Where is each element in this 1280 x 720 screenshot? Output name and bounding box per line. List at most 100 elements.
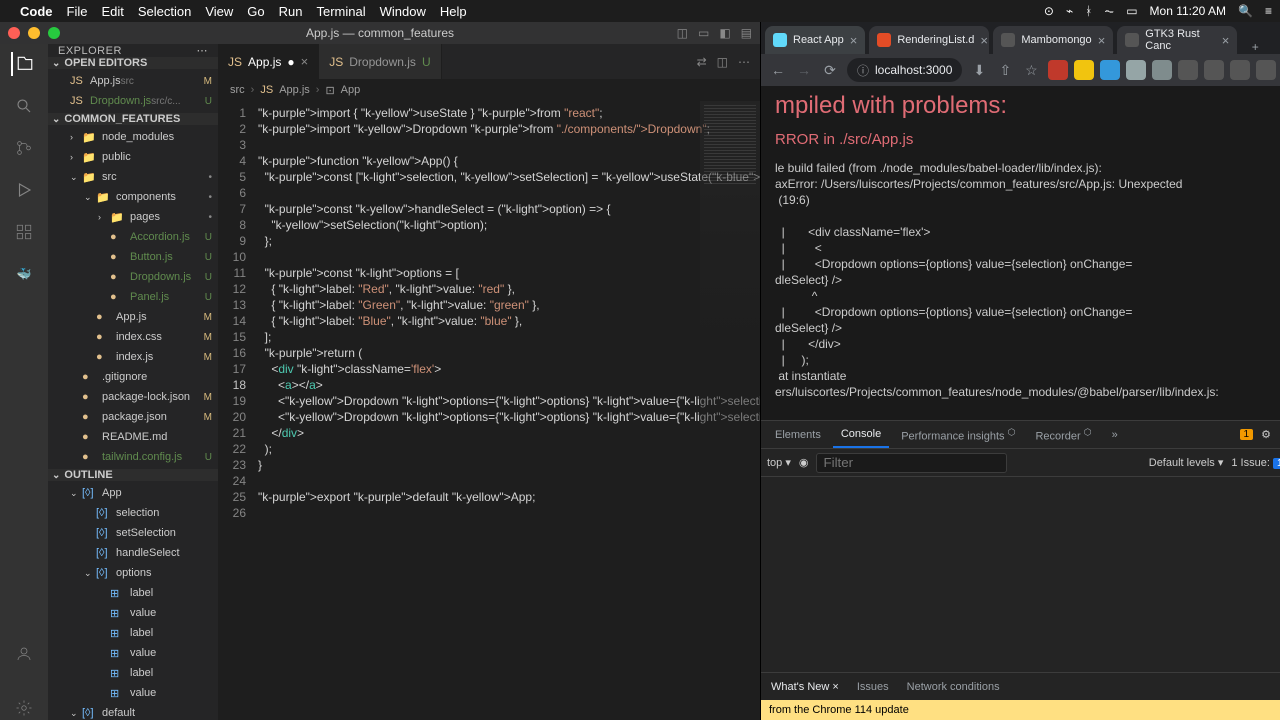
download-icon[interactable]: ⬇: [970, 61, 988, 79]
open-editor-item[interactable]: JSApp.js srcM: [48, 71, 218, 91]
menu-go[interactable]: Go: [247, 4, 264, 19]
extension-icon[interactable]: [1074, 60, 1094, 80]
new-tab-button[interactable]: +: [1241, 40, 1269, 54]
drawer-tab-network[interactable]: Network conditions: [907, 681, 1000, 693]
split-icon[interactable]: ◫: [717, 55, 728, 69]
back-icon[interactable]: ←: [769, 61, 787, 79]
file-tree-item[interactable]: ●Panel.jsU: [48, 287, 218, 307]
menu-run[interactable]: Run: [279, 4, 303, 19]
dt-tab-more[interactable]: »: [1104, 423, 1126, 447]
minimize-window-icon[interactable]: [28, 27, 40, 39]
more-icon[interactable]: ⋯: [197, 44, 209, 57]
tab-dropdown-js[interactable]: JS Dropdown.js U: [319, 44, 441, 79]
source-control-icon[interactable]: [12, 136, 36, 160]
menu-edit[interactable]: Edit: [101, 4, 123, 19]
menu-help[interactable]: Help: [440, 4, 467, 19]
console-output[interactable]: [761, 477, 1280, 672]
bluetooth-icon[interactable]: ᚼ: [1085, 4, 1092, 18]
warning-badge[interactable]: 1: [1240, 429, 1254, 440]
outline-item[interactable]: ⊞value: [48, 643, 218, 663]
close-window-icon[interactable]: [8, 27, 20, 39]
clock[interactable]: Mon 11:20 AM: [1150, 4, 1227, 18]
compare-icon[interactable]: ⇄: [697, 55, 707, 69]
more-icon[interactable]: ⋯: [738, 55, 750, 69]
outline-item[interactable]: ⊞label: [48, 663, 218, 683]
file-tree-item[interactable]: ⌄📁src•: [48, 167, 218, 187]
share-icon[interactable]: ⇧: [996, 61, 1014, 79]
status-icon[interactable]: ⊙: [1044, 4, 1054, 18]
code-editor[interactable]: 1234567891011121314151617181920212223242…: [218, 101, 760, 720]
wifi-icon[interactable]: ⏦: [1104, 4, 1114, 19]
eye-icon[interactable]: ◉: [799, 456, 809, 469]
dt-tab-recorder[interactable]: Recorder ⬡: [1027, 421, 1099, 449]
open-editors-header[interactable]: ⌄OPEN EDITORS: [48, 57, 218, 69]
bookmark-icon[interactable]: ☆: [1022, 61, 1040, 79]
menubar-app[interactable]: Code: [20, 4, 53, 19]
menu-file[interactable]: File: [67, 4, 88, 19]
file-tree-item[interactable]: ●Accordion.jsU: [48, 227, 218, 247]
browser-tab[interactable]: GTK3 Rust Canc×: [1117, 26, 1237, 54]
outline-header[interactable]: ⌄OUTLINE: [48, 469, 218, 481]
context-selector[interactable]: top ▾: [767, 456, 791, 469]
browser-tab[interactable]: React App×: [765, 26, 865, 54]
outline-item[interactable]: [◊]setSelection: [48, 523, 218, 543]
menu-terminal[interactable]: Terminal: [317, 4, 366, 19]
folder-header[interactable]: ⌄COMMON_FEATURES: [48, 113, 218, 125]
filter-input[interactable]: [816, 453, 1007, 473]
file-tree-item[interactable]: ›📁public: [48, 147, 218, 167]
control-center-icon[interactable]: ≡: [1265, 4, 1272, 18]
outline-item[interactable]: ⊞value: [48, 603, 218, 623]
minimap[interactable]: [700, 101, 760, 720]
extension-icon[interactable]: [1230, 60, 1250, 80]
file-tree-item[interactable]: ●App.jsM: [48, 307, 218, 327]
outline-item[interactable]: [◊]selection: [48, 503, 218, 523]
outline-item[interactable]: ⊞label: [48, 583, 218, 603]
file-tree-item[interactable]: ●.gitignore: [48, 367, 218, 387]
close-icon[interactable]: ×: [980, 33, 988, 48]
panel-toggle-icon[interactable]: ◫: [677, 26, 688, 40]
outline-item[interactable]: [◊]handleSelect: [48, 543, 218, 563]
file-tree-item[interactable]: ●tailwind.config.jsU: [48, 447, 218, 467]
file-tree-item[interactable]: ●package.jsonM: [48, 407, 218, 427]
reload-icon[interactable]: ⟳: [821, 61, 839, 79]
outline-item[interactable]: ⊞value: [48, 683, 218, 703]
browser-tab[interactable]: Mambomongo×: [993, 26, 1113, 54]
dt-tab-perf[interactable]: Performance insights ⬡: [893, 421, 1023, 449]
close-icon[interactable]: ×: [1222, 33, 1230, 48]
menu-view[interactable]: View: [205, 4, 233, 19]
open-editor-item[interactable]: JSDropdown.js src/c...U: [48, 91, 218, 111]
dt-tab-console[interactable]: Console: [833, 422, 889, 448]
outline-item[interactable]: ⌄[◊]App: [48, 483, 218, 503]
issues-link[interactable]: 1 Issue: 1: [1231, 457, 1280, 469]
file-tree-item[interactable]: ●README.md: [48, 427, 218, 447]
panel-toggle-icon[interactable]: ◧: [719, 26, 730, 40]
extension-icon[interactable]: [1152, 60, 1172, 80]
drawer-tab-issues[interactable]: Issues: [857, 681, 889, 693]
forward-icon[interactable]: →: [795, 61, 813, 79]
outline-item[interactable]: ⌄[◊]options: [48, 563, 218, 583]
close-icon[interactable]: ×: [1098, 33, 1106, 48]
extension-icon[interactable]: [1100, 60, 1120, 80]
search-icon[interactable]: 🔍: [1238, 4, 1253, 18]
battery-icon[interactable]: ▭: [1126, 4, 1137, 18]
url-input[interactable]: ⓘ localhost:3000: [847, 58, 962, 82]
maximize-window-icon[interactable]: [48, 27, 60, 39]
browser-tab[interactable]: RenderingList.d×: [869, 26, 989, 54]
extension-icon[interactable]: [1126, 60, 1146, 80]
close-icon[interactable]: ×: [832, 681, 838, 693]
file-tree-item[interactable]: ●index.jsM: [48, 347, 218, 367]
breadcrumb[interactable]: src› JSApp.js› ⊡App: [218, 79, 760, 101]
menu-selection[interactable]: Selection: [138, 4, 191, 19]
gear-icon[interactable]: ⚙: [1261, 428, 1271, 441]
account-icon[interactable]: [12, 642, 36, 666]
explorer-icon[interactable]: [11, 52, 35, 76]
panel-toggle-icon[interactable]: ▭: [698, 26, 709, 40]
drawer-tab-whatsnew[interactable]: What's New ×: [771, 681, 839, 693]
extension-icon[interactable]: [1048, 60, 1068, 80]
outline-item[interactable]: ⊞label: [48, 623, 218, 643]
status-icon[interactable]: ⌁: [1066, 4, 1073, 18]
file-tree-item[interactable]: ●Dropdown.jsU: [48, 267, 218, 287]
menu-window[interactable]: Window: [380, 4, 426, 19]
extension-icon[interactable]: [1256, 60, 1276, 80]
outline-item[interactable]: ⌄[◊]default: [48, 703, 218, 720]
